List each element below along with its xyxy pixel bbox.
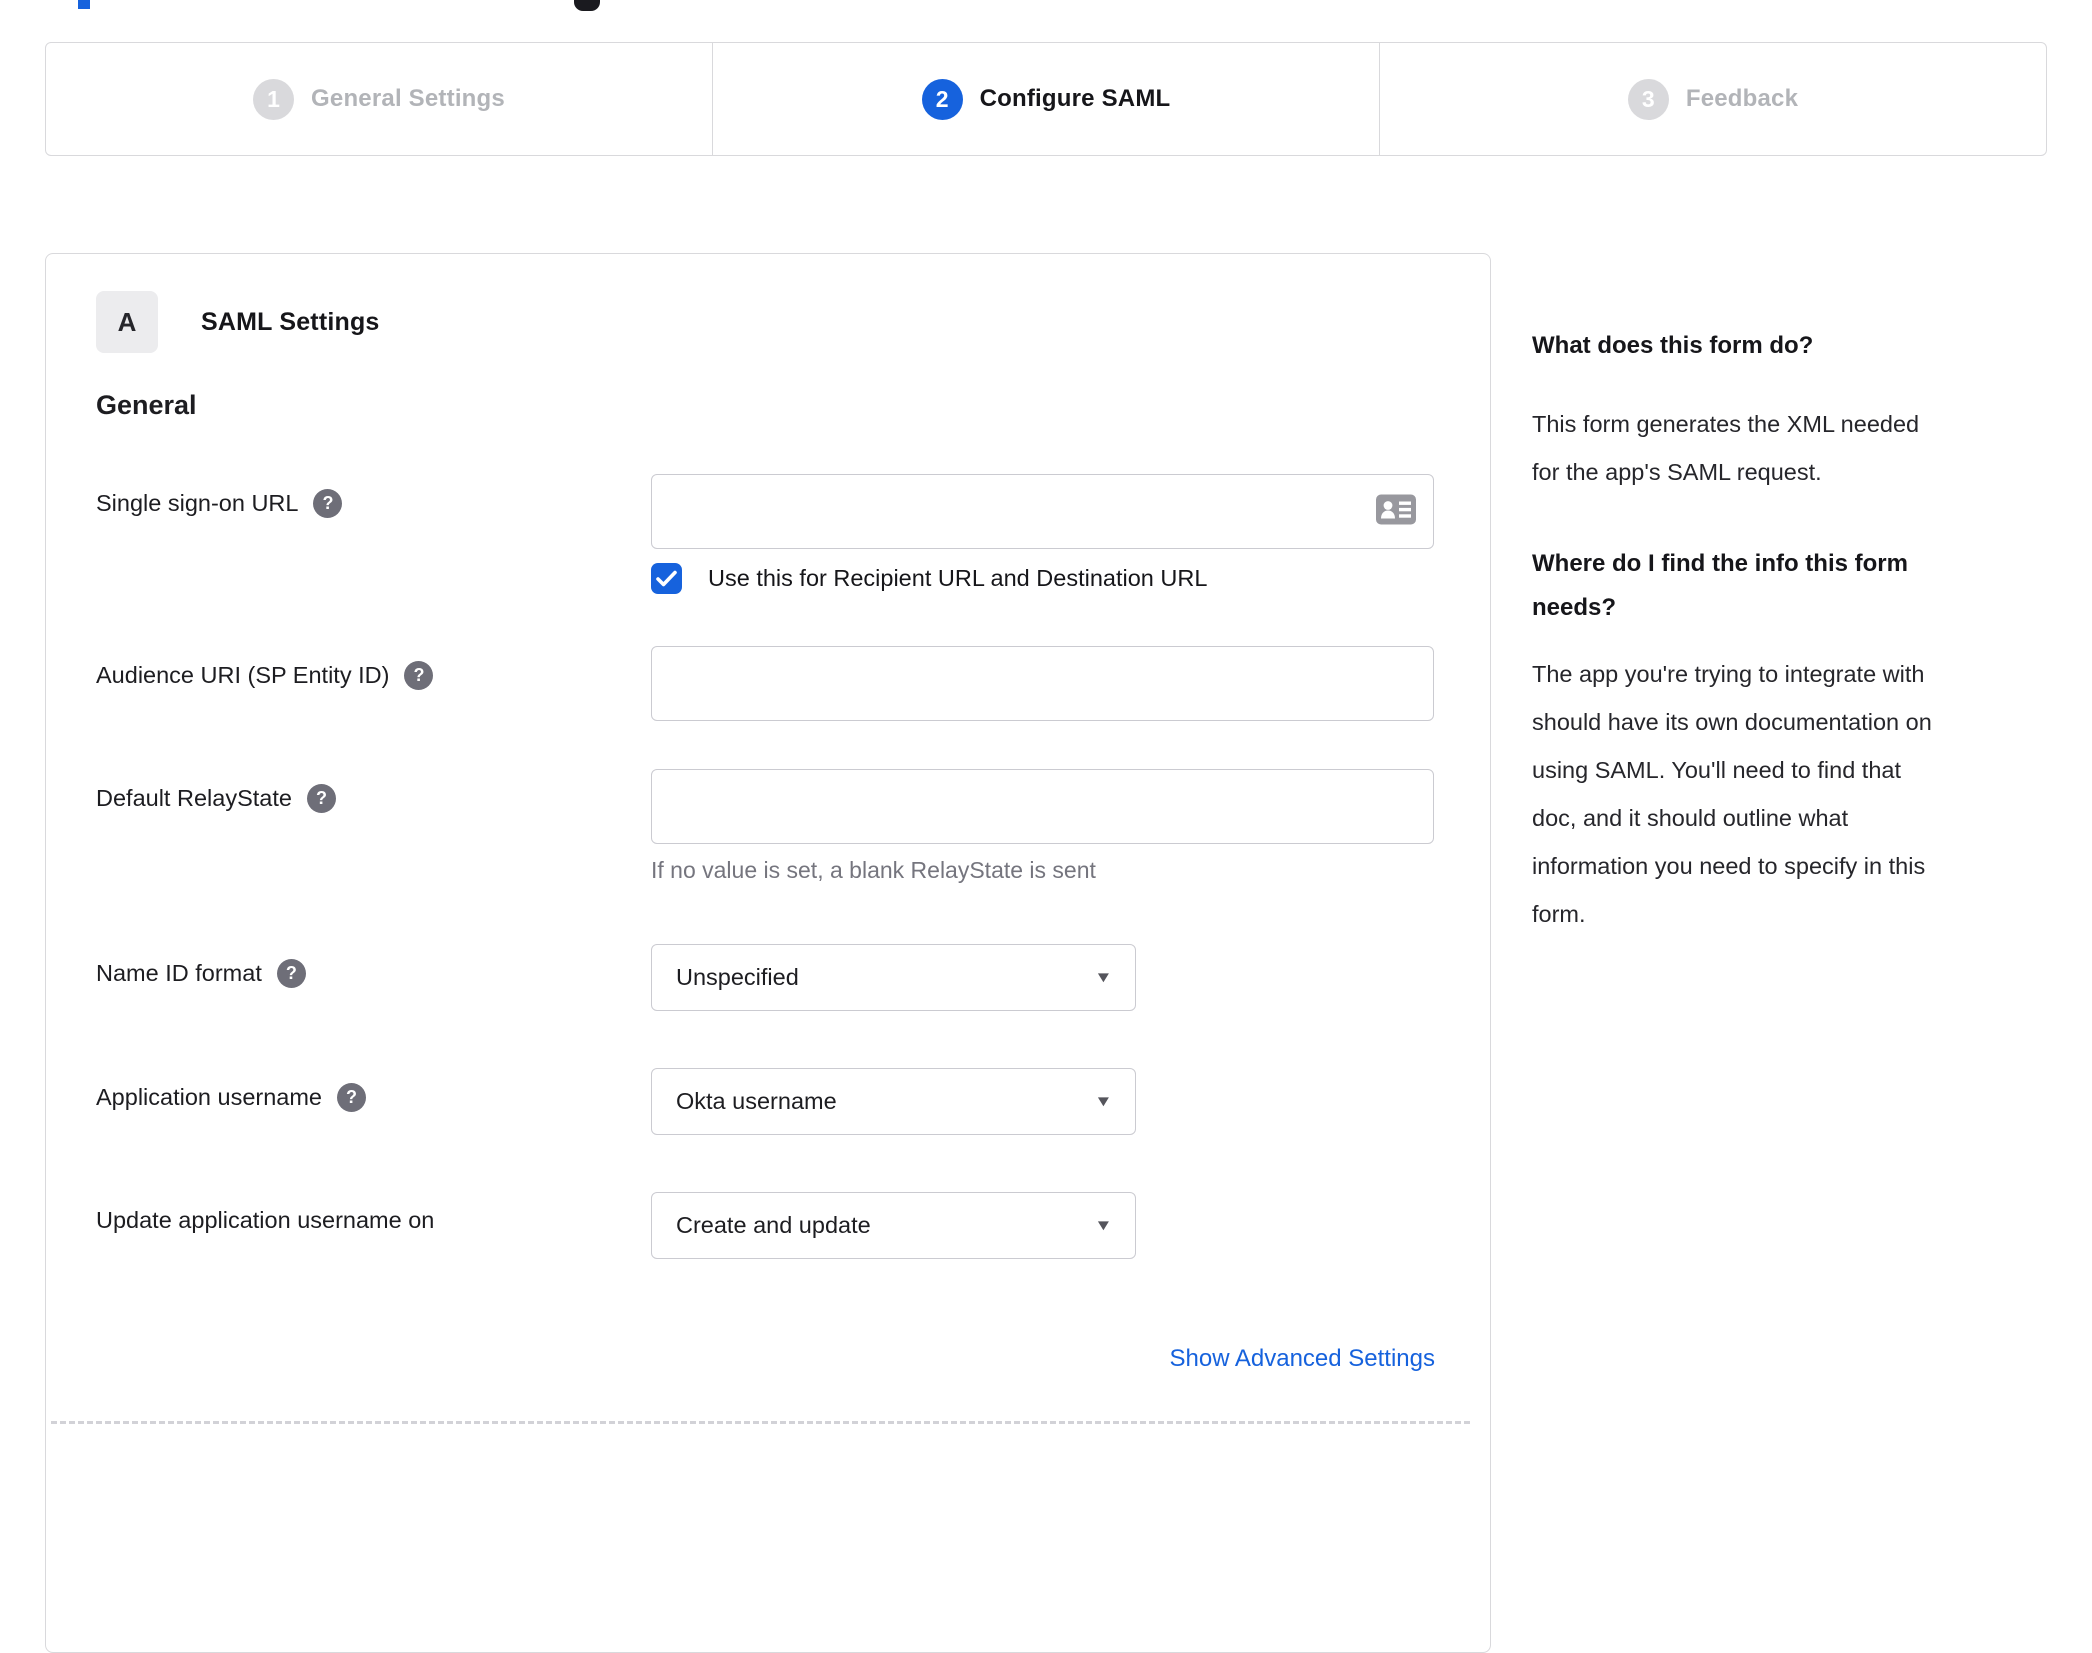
section-a-badge: A xyxy=(96,291,158,353)
contact-card-autofill-icon[interactable] xyxy=(1376,494,1416,529)
chevron-down-icon: ▼ xyxy=(1094,969,1113,986)
update-username-label-wrap: Update application username on xyxy=(96,1192,651,1234)
sidebar-answer-1: This form generates the XML needed for t… xyxy=(1532,411,1920,485)
header-cutoff-accent-fragment xyxy=(78,0,90,9)
chevron-down-icon: ▼ xyxy=(1094,1217,1113,1234)
wizard-stepper: 1 General Settings 2 Configure SAML 3 Fe… xyxy=(45,42,2047,156)
application-username-label: Application username xyxy=(96,1084,322,1110)
step-general-settings[interactable]: 1 General Settings xyxy=(46,43,712,155)
help-icon[interactable]: ? xyxy=(276,959,306,988)
relay-state-helper-text: If no value is set, a blank RelayState i… xyxy=(651,857,1096,883)
step-3-label: Feedback xyxy=(1685,85,1799,112)
name-id-format-select[interactable]: Unspecified ▼ xyxy=(651,944,1136,1011)
update-username-select[interactable]: Create and update ▼ xyxy=(651,1192,1136,1259)
saml-settings-header: A SAML Settings xyxy=(96,291,1435,353)
step-1-circle: 1 xyxy=(253,78,295,120)
advanced-settings-row: Show Advanced Settings xyxy=(96,1345,1435,1373)
header-cutoff-icon-fragment xyxy=(574,0,600,11)
relay-state-label-wrap: Default RelayState ? xyxy=(96,769,651,813)
help-icon[interactable]: ? xyxy=(313,489,343,518)
update-username-label: Update application username on xyxy=(96,1207,435,1233)
sidebar-question-1: What does this form do? xyxy=(1532,332,1814,359)
sso-url-label-wrap: Single sign-on URL ? xyxy=(96,474,651,518)
sso-url-input[interactable] xyxy=(651,474,1434,549)
name-id-format-row: Name ID format ? Unspecified ▼ xyxy=(96,944,1435,1011)
step-1-label: General Settings xyxy=(311,85,505,112)
relay-state-label: Default RelayState xyxy=(96,785,292,811)
audience-uri-label-wrap: Audience URI (SP Entity ID) ? xyxy=(96,646,651,690)
sidebar-answer-2: The app you're trying to integrate with … xyxy=(1532,661,1932,927)
recipient-url-checkbox-label[interactable]: Use this for Recipient URL and Destinati… xyxy=(708,565,1207,592)
recipient-url-checkbox-row: Use this for Recipient URL and Destinati… xyxy=(651,563,1435,594)
step-feedback[interactable]: 3 Feedback xyxy=(1379,43,2046,155)
sidebar-question-2: Where do I find the info this form needs… xyxy=(1532,550,1908,621)
section-title: SAML Settings xyxy=(201,307,380,336)
chevron-down-icon: ▼ xyxy=(1094,1093,1113,1110)
sso-url-row: Single sign-on URL ? Use this for Recipi… xyxy=(96,474,1435,594)
help-sidebar: What does this form do? This form genera… xyxy=(1532,330,2032,938)
sso-url-label: Single sign-on URL xyxy=(96,490,299,516)
audience-uri-label: Audience URI (SP Entity ID) xyxy=(96,662,390,688)
help-icon[interactable]: ? xyxy=(404,661,434,690)
section-dashed-divider xyxy=(51,1421,1470,1424)
step-configure-saml[interactable]: 2 Configure SAML xyxy=(712,43,1379,155)
step-2-circle: 2 xyxy=(921,78,963,120)
general-group-title: General xyxy=(96,390,197,420)
show-advanced-settings-link[interactable]: Show Advanced Settings xyxy=(1169,1345,1435,1372)
name-id-format-label-wrap: Name ID format ? xyxy=(96,944,651,988)
relay-state-input[interactable] xyxy=(651,769,1434,844)
name-id-format-label: Name ID format xyxy=(96,960,262,986)
audience-uri-input[interactable] xyxy=(651,646,1434,721)
recipient-url-checkbox[interactable] xyxy=(651,563,682,594)
application-username-value: Okta username xyxy=(676,1088,837,1114)
step-2-label: Configure SAML xyxy=(979,85,1171,112)
help-icon[interactable]: ? xyxy=(306,784,336,813)
audience-uri-row: Audience URI (SP Entity ID) ? xyxy=(96,646,1435,721)
relay-state-row: Default RelayState ? If no value is set,… xyxy=(96,769,1435,884)
name-id-format-value: Unspecified xyxy=(676,964,799,990)
update-username-value: Create and update xyxy=(676,1212,871,1238)
help-icon[interactable]: ? xyxy=(337,1083,366,1112)
step-3-circle: 3 xyxy=(1627,78,1669,120)
application-username-select[interactable]: Okta username ▼ xyxy=(651,1068,1136,1135)
application-username-label-wrap: Application username ? xyxy=(96,1068,651,1112)
update-username-row: Update application username on Create an… xyxy=(96,1192,1435,1259)
saml-settings-card: A SAML Settings General Single sign-on U… xyxy=(45,253,1491,1653)
application-username-row: Application username ? Okta username ▼ xyxy=(96,1068,1435,1135)
